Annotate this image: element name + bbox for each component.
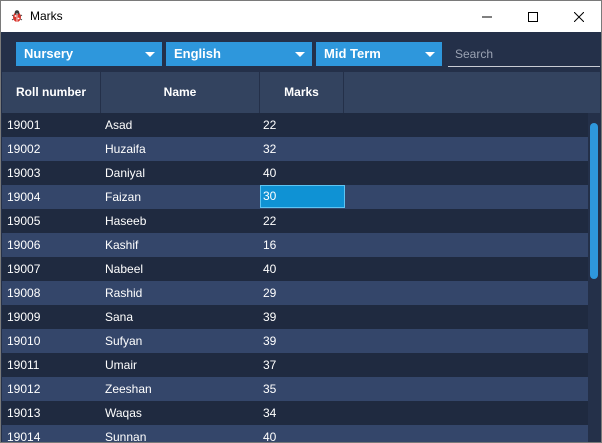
column-header-name[interactable]: Name bbox=[101, 72, 260, 113]
roll-number-cell[interactable]: 19010 bbox=[7, 329, 40, 353]
class-select[interactable]: Nursery bbox=[16, 42, 162, 66]
class-select-value: Nursery bbox=[24, 46, 74, 61]
table-row[interactable]: 19003 Daniyal 40 bbox=[2, 161, 588, 185]
name-cell[interactable]: Rashid bbox=[105, 281, 142, 305]
marks-cell-selected[interactable]: 30 bbox=[260, 185, 345, 208]
roll-number-cell[interactable]: 19003 bbox=[7, 161, 40, 185]
marks-cell[interactable]: 40 bbox=[263, 257, 276, 281]
name-cell[interactable]: Asad bbox=[105, 113, 132, 137]
marks-cell[interactable]: 40 bbox=[263, 425, 276, 442]
table-body: 19001 Asad 22 19002 Huzaifa 32 19003 Dan… bbox=[2, 113, 588, 442]
table-row[interactable]: 19012 Zeeshan 35 bbox=[2, 377, 588, 401]
roll-number-cell[interactable]: 19005 bbox=[7, 209, 40, 233]
marks-cell[interactable]: 40 bbox=[263, 161, 276, 185]
window-title: Marks bbox=[30, 9, 63, 23]
minimize-button[interactable] bbox=[464, 1, 510, 32]
marks-cell[interactable]: 39 bbox=[263, 305, 276, 329]
roll-number-cell[interactable]: 19014 bbox=[7, 425, 40, 442]
name-cell[interactable]: Faizan bbox=[105, 185, 141, 209]
table-row[interactable]: 19008 Rashid 29 bbox=[2, 281, 588, 305]
table-header: Roll number Name Marks bbox=[2, 72, 600, 113]
marks-cell[interactable]: 22 bbox=[263, 113, 276, 137]
subject-select-value: English bbox=[174, 46, 221, 61]
name-cell[interactable]: Huzaifa bbox=[105, 137, 146, 161]
name-cell[interactable]: Zeeshan bbox=[105, 377, 152, 401]
roll-number-cell[interactable]: 19013 bbox=[7, 401, 40, 425]
marks-cell[interactable]: 32 bbox=[263, 137, 276, 161]
close-icon bbox=[574, 11, 584, 22]
roll-number-cell[interactable]: 19011 bbox=[7, 353, 39, 377]
close-button[interactable] bbox=[556, 1, 601, 32]
marks-cell[interactable]: 39 bbox=[263, 329, 276, 353]
marks-cell[interactable]: 37 bbox=[263, 353, 276, 377]
search-input[interactable]: Search bbox=[448, 43, 600, 67]
table-row[interactable]: 19006 Kashif 16 bbox=[2, 233, 588, 257]
maximize-button[interactable] bbox=[510, 1, 556, 32]
name-cell[interactable]: Nabeel bbox=[105, 257, 143, 281]
marks-window: Marks Nursery English Mid Term Search Ro… bbox=[0, 0, 602, 443]
marks-cell[interactable]: 35 bbox=[263, 377, 276, 401]
name-cell[interactable]: Sana bbox=[105, 305, 133, 329]
table-row[interactable]: 19014 Sunnan 40 bbox=[2, 425, 588, 442]
name-cell[interactable]: Daniyal bbox=[105, 161, 145, 185]
roll-number-cell[interactable]: 19012 bbox=[7, 377, 40, 401]
chevron-down-icon bbox=[145, 52, 155, 57]
column-header-marks[interactable]: Marks bbox=[260, 72, 344, 113]
roll-number-cell[interactable]: 19004 bbox=[7, 185, 40, 209]
minimize-icon bbox=[482, 16, 492, 17]
chevron-down-icon bbox=[425, 52, 435, 57]
marks-cell[interactable]: 29 bbox=[263, 281, 276, 305]
marks-table: Roll number Name Marks 19001 Asad 22 190… bbox=[2, 72, 600, 442]
name-cell[interactable]: Sufyan bbox=[105, 329, 142, 353]
term-select[interactable]: Mid Term bbox=[316, 42, 442, 66]
table-row[interactable]: 19009 Sana 39 bbox=[2, 305, 588, 329]
column-header-roll-number[interactable]: Roll number bbox=[2, 72, 101, 113]
table-row[interactable]: 19002 Huzaifa 32 bbox=[2, 137, 588, 161]
roll-number-cell[interactable]: 19008 bbox=[7, 281, 40, 305]
name-cell[interactable]: Kashif bbox=[105, 233, 138, 257]
vertical-scrollbar[interactable] bbox=[588, 113, 600, 442]
marks-cell[interactable]: 34 bbox=[263, 401, 276, 425]
title-bar: Marks bbox=[1, 1, 601, 32]
marks-cell[interactable]: 22 bbox=[263, 209, 276, 233]
roll-number-cell[interactable]: 19002 bbox=[7, 137, 40, 161]
term-select-value: Mid Term bbox=[324, 46, 381, 61]
name-cell[interactable]: Haseeb bbox=[105, 209, 146, 233]
roll-number-cell[interactable]: 19007 bbox=[7, 257, 40, 281]
name-cell[interactable]: Waqas bbox=[105, 401, 142, 425]
scrollbar-thumb[interactable] bbox=[590, 123, 598, 279]
table-row[interactable]: 19005 Haseeb 22 bbox=[2, 209, 588, 233]
table-row[interactable]: 19007 Nabeel 40 bbox=[2, 257, 588, 281]
table-row[interactable]: 19013 Waqas 34 bbox=[2, 401, 588, 425]
chevron-down-icon bbox=[295, 52, 305, 57]
roll-number-cell[interactable]: 19001 bbox=[7, 113, 40, 137]
bug-icon bbox=[11, 10, 23, 22]
name-cell[interactable]: Umair bbox=[105, 353, 137, 377]
table-row[interactable]: 19004 Faizan 30 bbox=[2, 185, 588, 209]
filter-toolbar: Nursery English Mid Term Search bbox=[1, 32, 601, 72]
table-row[interactable]: 19001 Asad 22 bbox=[2, 113, 588, 137]
subject-select[interactable]: English bbox=[166, 42, 312, 66]
name-cell[interactable]: Sunnan bbox=[105, 425, 146, 442]
table-row[interactable]: 19011 Umair 37 bbox=[2, 353, 588, 377]
roll-number-cell[interactable]: 19009 bbox=[7, 305, 40, 329]
roll-number-cell[interactable]: 19006 bbox=[7, 233, 40, 257]
marks-cell[interactable]: 16 bbox=[263, 233, 276, 257]
column-header-filler bbox=[344, 72, 600, 113]
maximize-icon bbox=[528, 11, 538, 22]
table-row[interactable]: 19010 Sufyan 39 bbox=[2, 329, 588, 353]
